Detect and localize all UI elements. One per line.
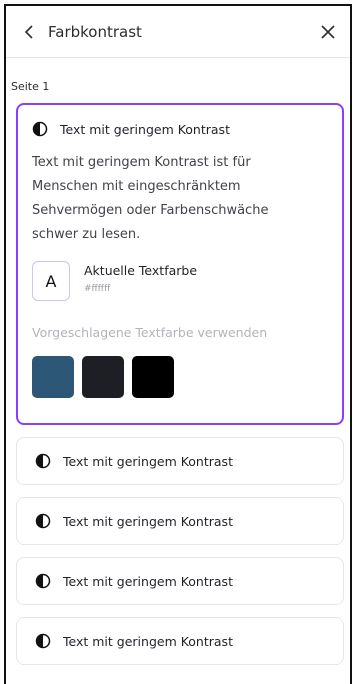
issue-card[interactable]: Text mit geringem Kontrast bbox=[16, 617, 344, 665]
suggested-color-swatch[interactable] bbox=[82, 356, 124, 398]
issue-title: Text mit geringem Kontrast bbox=[63, 453, 233, 469]
suggested-color-swatch[interactable] bbox=[32, 356, 74, 398]
issue-card-header[interactable]: Text mit geringem Kontrast bbox=[32, 121, 326, 137]
issue-title: Text mit geringem Kontrast bbox=[63, 633, 233, 649]
contrast-icon bbox=[32, 121, 48, 137]
contrast-icon bbox=[35, 633, 51, 649]
contrast-icon bbox=[35, 513, 51, 529]
current-color-label: Aktuelle Textfarbe bbox=[84, 263, 198, 278]
suggested-colors-label: Vorgeschlagene Textfarbe verwenden bbox=[32, 325, 268, 340]
contrast-icon bbox=[35, 453, 51, 469]
contrast-icon bbox=[35, 573, 51, 589]
issue-card[interactable]: Text mit geringem Kontrast bbox=[16, 497, 344, 545]
back-button[interactable] bbox=[18, 21, 40, 43]
current-text-color: A Aktuelle Textfarbe #ffffff bbox=[32, 261, 326, 301]
current-color-swatch[interactable]: A bbox=[32, 261, 70, 301]
issue-title: Text mit geringem Kontrast bbox=[63, 513, 233, 529]
issue-title: Text mit geringem Kontrast bbox=[63, 573, 233, 589]
issue-card-expanded[interactable]: Text mit geringem Kontrast Text mit geri… bbox=[16, 103, 344, 425]
issue-card[interactable]: Text mit geringem Kontrast bbox=[16, 437, 344, 485]
issue-title: Text mit geringem Kontrast bbox=[60, 121, 230, 137]
suggested-colors bbox=[32, 356, 326, 398]
suggested-color-swatch[interactable] bbox=[132, 356, 174, 398]
close-icon bbox=[321, 24, 335, 39]
issue-card[interactable]: Text mit geringem Kontrast bbox=[16, 557, 344, 605]
close-button[interactable] bbox=[316, 20, 340, 44]
chevron-left-icon bbox=[24, 24, 33, 39]
current-color-info: Aktuelle Textfarbe #ffffff bbox=[84, 263, 197, 294]
current-color-hex: #ffffff bbox=[84, 284, 111, 294]
panel-header: Farbkontrast bbox=[6, 6, 350, 58]
panel-title: Farbkontrast bbox=[48, 22, 142, 41]
issue-description: Text mit geringem Kontrast ist für Mensc… bbox=[32, 155, 269, 242]
page-section-label: Seite 1 bbox=[11, 80, 50, 93]
contrast-panel: Farbkontrast Seite 1 Text mit geringem K… bbox=[4, 4, 352, 684]
